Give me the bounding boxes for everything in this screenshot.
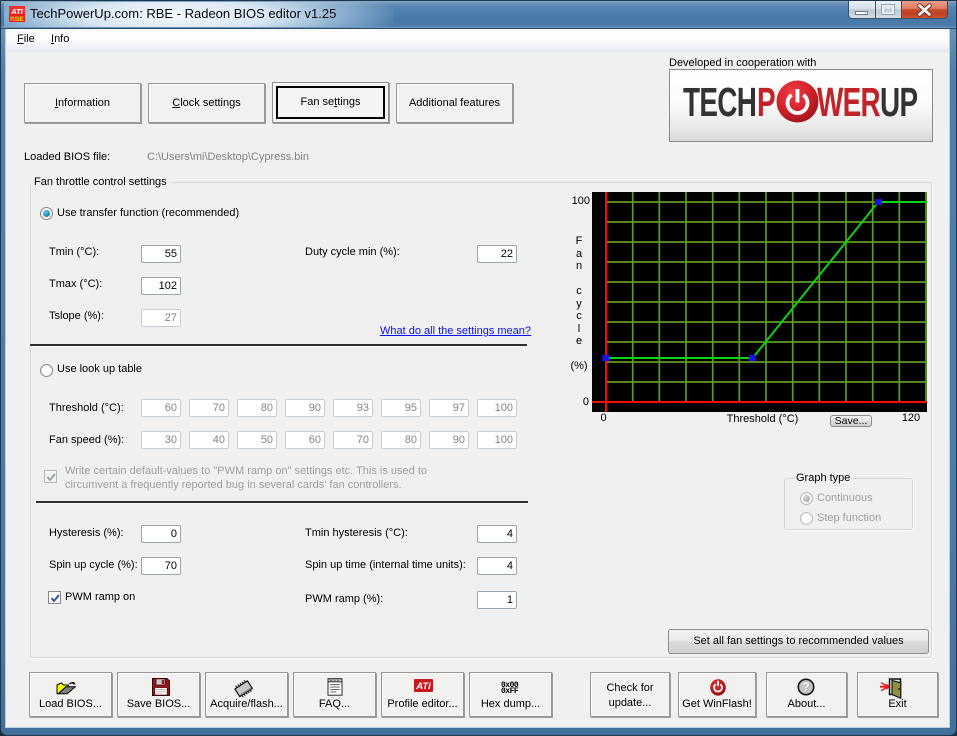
svg-text:ATI: ATI — [10, 7, 23, 16]
svg-text:RBE: RBE — [10, 16, 24, 22]
svg-text:ATi: ATi — [415, 681, 431, 692]
svg-text:?: ? — [802, 680, 809, 694]
